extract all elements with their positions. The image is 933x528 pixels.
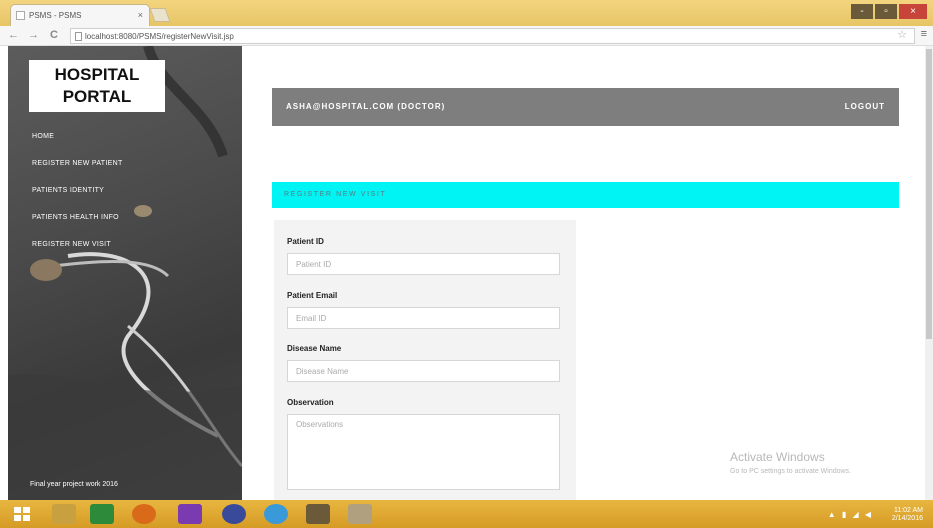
logo-line-2: PORTAL [62, 87, 132, 106]
system-clock[interactable]: 11:02 AM 2/14/2016 [892, 507, 923, 523]
logout-link[interactable]: LOGOUT [845, 102, 885, 111]
netbeans-icon[interactable] [222, 504, 246, 524]
restore-button[interactable]: ▫ [875, 4, 897, 19]
sidebar-item-register-new-patient[interactable]: REGISTER NEW PATIENT [32, 158, 123, 185]
user-topbar: ASHA@HOSPITAL.COM (DOCTOR) LOGOUT [272, 88, 899, 126]
bookmark-star-icon[interactable]: ☆ [897, 28, 907, 41]
firefox-icon[interactable] [132, 504, 156, 524]
hospital-portal-logo[interactable]: HOSPITAL PORTAL [29, 60, 165, 112]
forward-arrow-icon[interactable]: → [28, 29, 39, 41]
register-visit-form: Patient ID Patient Email Disease Name Ob… [274, 220, 576, 500]
window-controls: - ▫ × [851, 4, 927, 19]
clock-time: 11:02 AM [893, 507, 923, 514]
tab-title: PSMS - PSMS [29, 11, 82, 20]
observation-label: Observation [287, 398, 334, 407]
windows-taskbar: ▲ ▮ ◢ ◀ 11:02 AM 2/14/2016 [0, 500, 933, 528]
logo-line-1: HOSPITAL [54, 65, 140, 84]
minimize-button[interactable]: - [851, 4, 873, 19]
sidebar-footer: Final year project work 2016 [30, 481, 118, 488]
app-icon[interactable] [306, 504, 330, 524]
reload-icon[interactable]: C [50, 29, 58, 41]
sidebar-nav: HOME REGISTER NEW PATIENT PATIENTS IDENT… [32, 131, 123, 266]
patient-email-label: Patient Email [287, 291, 338, 300]
chrome-icon[interactable] [264, 504, 288, 524]
file-explorer-icon[interactable] [52, 504, 76, 524]
observation-textarea[interactable] [287, 414, 560, 490]
tab-close-icon[interactable]: × [138, 10, 143, 20]
system-tray-icons[interactable]: ▲ ▮ ◢ ◀ [828, 510, 873, 519]
page-scrollbar[interactable] [925, 46, 933, 500]
sidebar-item-home[interactable]: HOME [32, 131, 123, 158]
disease-name-label: Disease Name [287, 344, 342, 353]
watermark-subtitle: Go to PC settings to activate Windows. [730, 468, 851, 475]
watermark-title: Activate Windows [730, 450, 825, 464]
page-favicon-icon [16, 11, 25, 20]
stethoscope-background-image [8, 46, 242, 500]
visual-studio-icon[interactable] [178, 504, 202, 524]
paint-icon[interactable] [348, 504, 372, 524]
address-bar[interactable]: localhost:8080/PSMS/registerNewVisit.jsp [70, 28, 915, 44]
browser-titlebar: PSMS - PSMS × - ▫ × [0, 0, 933, 26]
activate-windows-watermark: Activate Windows Go to PC settings to ac… [730, 450, 851, 475]
close-window-button[interactable]: × [899, 4, 927, 19]
sidebar-item-register-new-visit[interactable]: REGISTER NEW VISIT [32, 239, 123, 266]
section-title: REGISTER NEW VISIT [272, 182, 899, 208]
sidebar-item-patients-identity[interactable]: PATIENTS IDENTITY [32, 185, 123, 212]
patient-id-label: Patient ID [287, 237, 324, 246]
address-url: localhost:8080/PSMS/registerNewVisit.jsp [85, 32, 234, 41]
back-arrow-icon[interactable]: ← [8, 29, 19, 41]
browser-tab[interactable]: PSMS - PSMS × [10, 4, 150, 26]
page-icon [75, 32, 82, 41]
browser-toolbar: ← → C localhost:8080/PSMS/registerNewVis… [0, 26, 933, 46]
disease-name-input[interactable] [287, 360, 560, 382]
scrollbar-thumb[interactable] [926, 49, 932, 339]
browser-menu-icon[interactable]: ≡ [921, 28, 927, 40]
windows-start-icon[interactable] [14, 507, 30, 521]
sidebar: HOSPITAL PORTAL HOME REGISTER NEW PATIEN… [8, 46, 242, 500]
clock-date: 2/14/2016 [891, 515, 923, 522]
new-tab-button[interactable] [149, 8, 171, 22]
sidebar-item-patients-health-info[interactable]: PATIENTS HEALTH INFO [32, 212, 123, 239]
user-email: ASHA@HOSPITAL.COM (DOCTOR) [286, 102, 446, 111]
patient-id-input[interactable] [287, 253, 560, 275]
patient-email-input[interactable] [287, 307, 560, 329]
store-app-icon[interactable] [90, 504, 114, 524]
